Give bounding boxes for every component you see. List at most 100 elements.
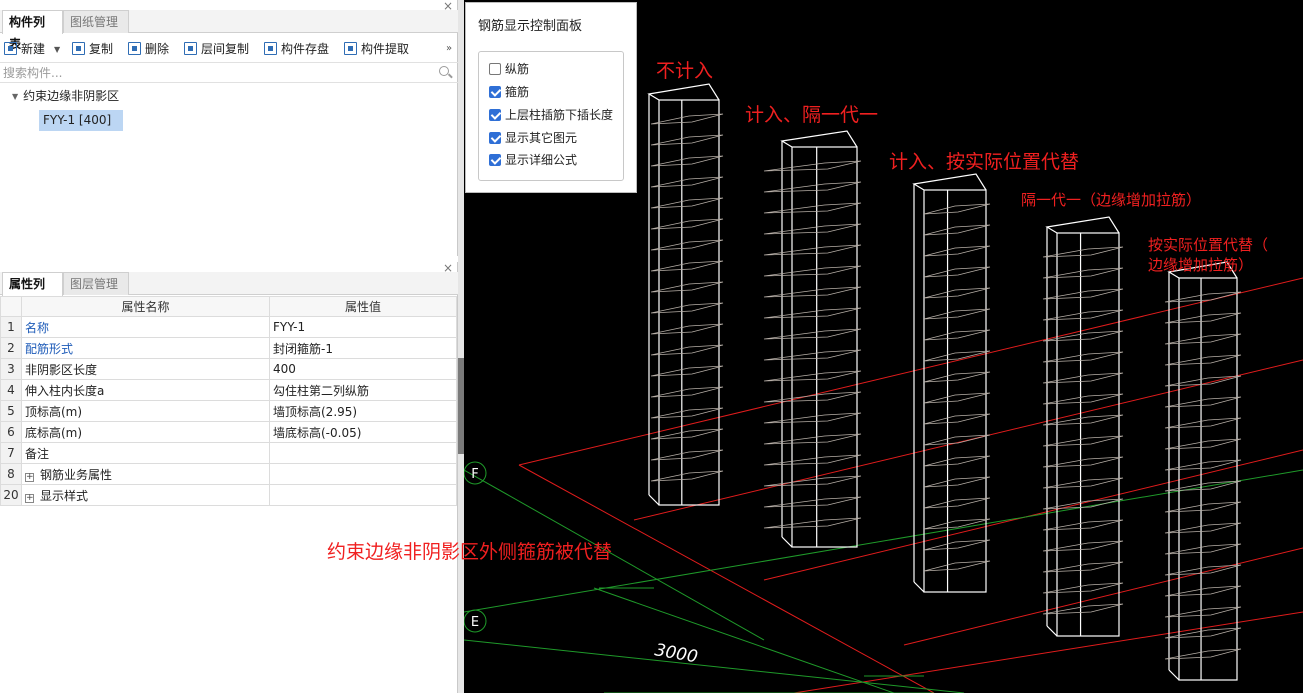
stirrup-line [763, 517, 862, 529]
stirrup-line [763, 349, 862, 361]
stirrup-line [923, 371, 991, 383]
option-longitudinal[interactable]: 纵筋 [489, 60, 529, 78]
property-name: 配筋形式 [21, 337, 270, 359]
stirrup-line [923, 476, 991, 488]
checkbox-checked[interactable] [489, 86, 501, 98]
checkbox-unchecked[interactable] [489, 63, 501, 75]
stirrup-line [1042, 498, 1124, 510]
property-value[interactable] [269, 442, 457, 464]
copy-icon [72, 42, 85, 55]
search-input[interactable] [0, 63, 430, 82]
stirrup-line [650, 449, 724, 461]
expand-plus-icon[interactable]: + [25, 493, 34, 503]
tab-component-list[interactable]: 构件列表 [2, 10, 63, 51]
delete-button[interactable]: 删除 [128, 39, 169, 59]
stirrup-line [1164, 291, 1242, 303]
table-row[interactable]: 5 顶标高(m) 墙顶标高(2.95) [0, 400, 457, 422]
stirrup-line [1042, 456, 1124, 468]
property-table: 属性名称 属性值 1 名称 FYY-1 2 配筋形式 封闭箍筋-1 3 非阴影区… [0, 296, 457, 506]
property-name: 显示样式 [40, 488, 89, 503]
tab-layer-management[interactable]: 图层管理 [63, 272, 129, 295]
expand-plus-icon[interactable]: + [25, 472, 34, 482]
tree-expand-icon[interactable]: ▼ [12, 89, 18, 105]
annotation-not-counted: 不计入 [656, 60, 714, 82]
stirrup-line [1042, 267, 1124, 279]
property-value[interactable]: 封闭箍筋-1 [269, 337, 457, 359]
table-row[interactable]: 1 名称 FYY-1 [0, 316, 457, 338]
stirrup-line [923, 203, 991, 215]
row-index: 8 [0, 463, 22, 485]
property-name: 钢筋业务属性 [40, 467, 113, 482]
option-upper-dowel[interactable]: 上层柱插筋下插长度 [489, 106, 613, 124]
table-row[interactable]: 7 备注 [0, 442, 457, 464]
copy-button[interactable]: 复制 [72, 39, 113, 59]
toolbar-overflow-icon[interactable]: » [446, 39, 452, 59]
stirrup-line [1042, 372, 1124, 384]
property-value [269, 463, 457, 485]
stirrup-line [923, 455, 991, 467]
stirrup-line [1042, 519, 1124, 531]
property-name: 顶标高(m) [21, 400, 270, 422]
annotation-actual-edge-line2: 边缘增加拉筋） [1148, 256, 1254, 274]
stirrup-line [650, 113, 724, 125]
tab-property-list[interactable]: 属性列表 [2, 272, 63, 313]
axis-marker-F: F [464, 461, 487, 485]
property-value[interactable]: 400 [269, 358, 457, 380]
column-wireframe[interactable] [647, 83, 724, 506]
table-row[interactable]: 6 底标高(m) 墙底标高(-0.05) [0, 421, 457, 443]
column-wireframe[interactable] [763, 130, 862, 548]
tree-item-selected[interactable]: FYY-1 [400] [39, 110, 123, 131]
property-value[interactable]: 勾住柱第二列纵筋 [269, 379, 457, 401]
stirrup-line [650, 386, 724, 398]
extract-component-button[interactable]: 构件提取 [344, 39, 409, 59]
stirrup-line [763, 433, 862, 445]
column-wireframe[interactable] [1164, 261, 1242, 681]
property-value[interactable]: FYY-1 [269, 316, 457, 338]
stirrup-line [1042, 288, 1124, 300]
stirrup-line [923, 224, 991, 236]
stirrup-line [923, 434, 991, 446]
column-wireframe[interactable] [1042, 216, 1124, 637]
property-value[interactable]: 墙底标高(-0.05) [269, 421, 457, 443]
property-value[interactable]: 墙顶标高(2.95) [269, 400, 457, 422]
header-property-name: 属性名称 [21, 296, 270, 317]
option-show-other[interactable]: 显示其它图元 [489, 129, 577, 147]
option-show-formula[interactable]: 显示详细公式 [489, 151, 577, 169]
stirrup-line [763, 223, 862, 235]
checkbox-checked[interactable] [489, 109, 501, 121]
tree-node-root[interactable]: ▼ 约束边缘非阴影区 [12, 88, 119, 105]
axis-marker-E: E [464, 609, 487, 633]
stirrup-line [763, 202, 862, 214]
stirrup-line [923, 266, 991, 278]
tab-drawing-management[interactable]: 图纸管理 [63, 10, 129, 33]
copy-label: 复制 [89, 42, 114, 56]
table-row[interactable]: 4 伸入柱内长度a 勾住柱第二列纵筋 [0, 379, 457, 401]
stirrup-line [650, 344, 724, 356]
component-list-panel: × 构件列表 图纸管理 新建 ▼ 复制 删除 层间复制 构件存盘 构件提取 » … [0, 0, 458, 256]
property-group[interactable]: + 显示样式 [21, 484, 270, 506]
table-row[interactable]: 8 + 钢筋业务属性 [0, 463, 457, 485]
save-component-button[interactable]: 构件存盘 [264, 39, 329, 59]
floor-copy-button[interactable]: 层间复制 [184, 39, 249, 59]
chevron-down-icon[interactable]: ▼ [54, 45, 60, 54]
stirrup-line [650, 302, 724, 314]
search-icon[interactable] [439, 66, 449, 76]
property-name: 底标高(m) [21, 421, 270, 443]
checkbox-checked[interactable] [489, 132, 501, 144]
annotation-alternate: 计入、隔一代一 [745, 104, 879, 126]
option-stirrup[interactable]: 箍筋 [489, 83, 529, 101]
stirrup-line [650, 197, 724, 209]
table-row[interactable]: 20 + 显示样式 [0, 484, 457, 506]
stirrup-line [650, 155, 724, 167]
table-row[interactable]: 3 非阴影区长度 400 [0, 358, 457, 380]
option-label: 上层柱插筋下插长度 [505, 108, 614, 122]
stirrup-line [763, 370, 862, 382]
stirrup-line [1042, 477, 1124, 489]
stirrup-line [1042, 435, 1124, 447]
checkbox-checked[interactable] [489, 154, 501, 166]
property-group[interactable]: + 钢筋业务属性 [21, 463, 270, 485]
stirrup-line [1042, 414, 1124, 426]
stirrup-line [1164, 459, 1242, 471]
table-row[interactable]: 2 配筋形式 封闭箍筋-1 [0, 337, 457, 359]
new-button[interactable]: 新建 [4, 39, 45, 59]
